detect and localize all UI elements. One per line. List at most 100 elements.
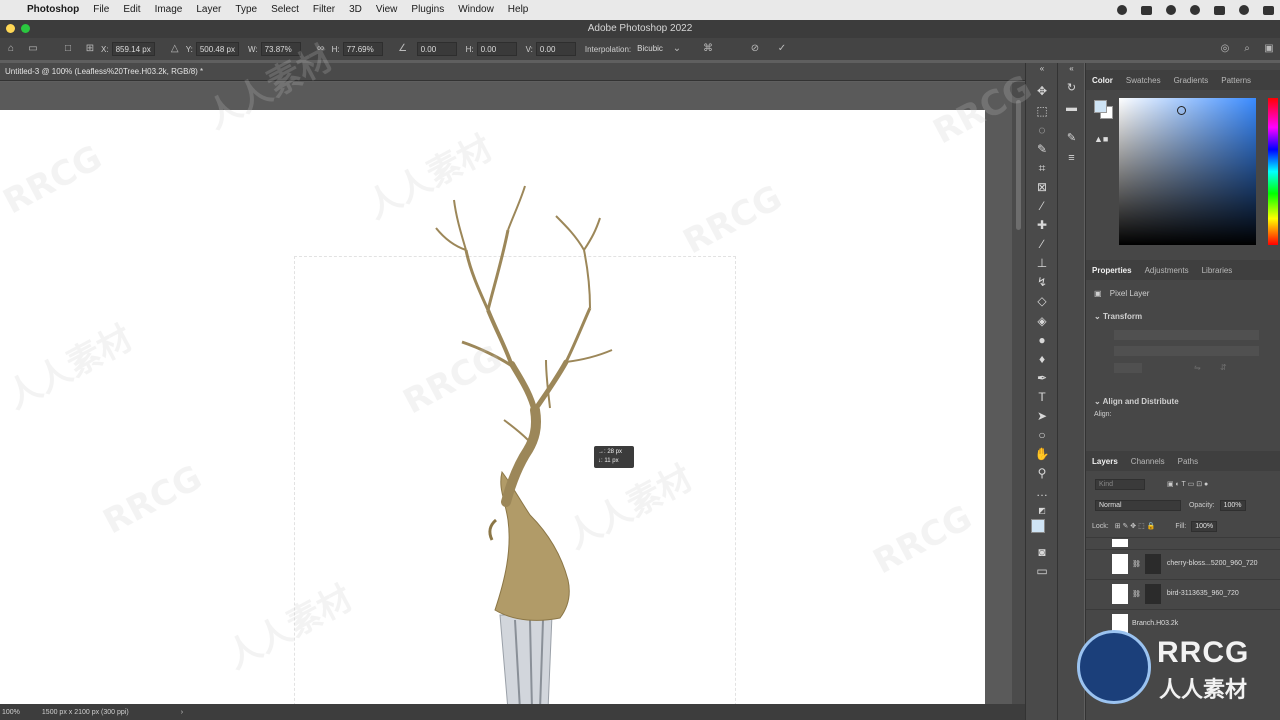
transform-hy-fields[interactable]	[1114, 346, 1259, 356]
wifi-icon[interactable]	[1190, 5, 1200, 15]
menu-image[interactable]: Image	[148, 0, 190, 20]
control-center-icon[interactable]	[1263, 5, 1274, 15]
status-chevron-icon[interactable]: ›	[181, 709, 183, 716]
more-tools-icon[interactable]: …	[1034, 484, 1050, 500]
menu-help[interactable]: Help	[501, 0, 536, 20]
filter-icons[interactable]: ▣ ◐ T ▭ ⊡ ●	[1167, 481, 1208, 488]
menu-type[interactable]: Type	[228, 0, 264, 20]
y-field[interactable]: 500.48 px	[195, 42, 239, 56]
history-brush-icon[interactable]: ↯	[1034, 274, 1050, 290]
search-icon[interactable]: ⌕	[1241, 43, 1253, 55]
menu-file[interactable]: File	[86, 0, 116, 20]
commit-transform-icon[interactable]: ✓	[776, 43, 788, 55]
scroll-thumb[interactable]	[1016, 100, 1021, 230]
hand-tool-icon[interactable]: ✋	[1034, 446, 1050, 462]
home-icon[interactable]: ⌂	[5, 43, 17, 55]
workspace-icon[interactable]: ▣	[1263, 43, 1275, 55]
default-colors-icon[interactable]: ◩	[1034, 503, 1050, 519]
reference-point-icon[interactable]: □	[62, 43, 74, 55]
zoom-button[interactable]	[21, 24, 30, 33]
menu-filter[interactable]: Filter	[306, 0, 342, 20]
link-icon[interactable]: ∞	[315, 43, 327, 55]
transform-wx-fields[interactable]	[1114, 330, 1259, 340]
chain-icon[interactable]: ⛓	[1132, 560, 1141, 568]
marquee-tool-icon[interactable]: ⬚	[1034, 103, 1050, 119]
zoom-level[interactable]: 100%	[2, 709, 20, 716]
path-select-icon[interactable]: ➤	[1034, 408, 1050, 424]
quick-select-tool-icon[interactable]: ✎	[1034, 141, 1050, 157]
opacity-field[interactable]: 100%	[1219, 500, 1246, 511]
app-status-icon[interactable]	[1141, 5, 1152, 15]
eyedropper-tool-icon[interactable]: ⁄	[1034, 198, 1050, 214]
hskew-field[interactable]: 0.00	[476, 42, 517, 56]
tab-properties[interactable]: Properties	[1092, 266, 1132, 275]
lock-icons[interactable]: ⊞ ✎ ✥ ⬚ 🔒	[1115, 523, 1156, 530]
cancel-transform-icon[interactable]: ⊘	[749, 43, 761, 55]
align-header[interactable]: ⌄ Align and Distribute	[1094, 397, 1179, 406]
hue-slider[interactable]	[1268, 98, 1278, 245]
reference-grid-icon[interactable]: ⊞	[84, 43, 96, 55]
brush-settings-icon[interactable]: ✎	[1064, 131, 1079, 146]
tab-channels[interactable]: Channels	[1131, 457, 1165, 466]
battery-icon[interactable]	[1214, 5, 1225, 15]
x-field[interactable]: 859.14 px	[111, 42, 155, 56]
chain-icon[interactable]: ⛓	[1132, 590, 1141, 598]
comments-panel-icon[interactable]: ▬	[1064, 101, 1079, 116]
tab-adjustments[interactable]: Adjustments	[1145, 266, 1189, 275]
layer-mask-thumbnail[interactable]	[1144, 553, 1161, 574]
filter-kind-input[interactable]: Kind	[1095, 479, 1145, 490]
blur-tool-icon[interactable]: ●	[1034, 332, 1050, 348]
layer-row[interactable]: ⛓ bird-3113635_960_720	[1086, 579, 1280, 607]
quick-mask-icon[interactable]: ◙	[1034, 544, 1050, 560]
color-picker-ring[interactable]	[1177, 106, 1186, 115]
angle-field[interactable]: 0.00	[416, 42, 457, 56]
tab-swatches[interactable]: Swatches	[1126, 76, 1161, 85]
record-icon[interactable]	[1117, 5, 1127, 15]
spotlight-icon[interactable]	[1239, 5, 1249, 15]
minimize-button[interactable]	[6, 24, 15, 33]
tool-preset-icon[interactable]: ▭	[27, 43, 39, 55]
share-icon[interactable]: ◎	[1219, 43, 1231, 55]
interpolation-select[interactable]: Bicubic	[634, 42, 666, 56]
ellipse-tool-icon[interactable]: ○	[1034, 427, 1050, 443]
frame-tool-icon[interactable]: ⊠	[1034, 179, 1050, 195]
tab-layers[interactable]: Layers	[1092, 457, 1118, 466]
zoom-tool-icon[interactable]: ⚲	[1034, 465, 1050, 481]
tab-color[interactable]: Color	[1092, 76, 1113, 85]
adjustments-panel-icon[interactable]: ≡	[1064, 151, 1079, 166]
layer-row-top[interactable]	[1086, 537, 1280, 547]
blend-mode-select[interactable]: Normal	[1095, 500, 1181, 511]
layer-row[interactable]: ⛓ cherry-bloss...5200_960_720	[1086, 549, 1280, 577]
pen-tool-icon[interactable]: ✒	[1034, 370, 1050, 386]
menu-photoshop[interactable]: Photoshop	[20, 0, 86, 20]
healing-tool-icon[interactable]: ✚	[1034, 217, 1050, 233]
document-tab[interactable]: Untitled-3 @ 100% (Leafless%20Tree.H03.2…	[0, 63, 1025, 81]
tab-paths[interactable]: Paths	[1178, 457, 1198, 466]
brush-tool-icon[interactable]: ∕	[1034, 236, 1050, 252]
flip-horizontal-icon[interactable]: ⇋	[1194, 363, 1201, 372]
foreground-color-swatch[interactable]	[1031, 519, 1045, 533]
dodge-tool-icon[interactable]: ♦	[1034, 351, 1050, 367]
flip-vertical-icon[interactable]: ⇵	[1220, 363, 1227, 372]
menu-edit[interactable]: Edit	[116, 0, 147, 20]
canvas[interactable]: →: 28 px ↓: 11 px	[0, 110, 985, 704]
paint-bucket-icon[interactable]: ◈	[1034, 313, 1050, 329]
creative-cloud-icon[interactable]	[1166, 5, 1176, 15]
layer-mask-thumbnail[interactable]	[1144, 583, 1161, 604]
warning-icon[interactable]: ▲■	[1094, 134, 1108, 144]
expand-panels-icon[interactable]: «	[1064, 61, 1079, 76]
history-panel-icon[interactable]: ↻	[1064, 81, 1079, 96]
lasso-tool-icon[interactable]: ◌	[1034, 122, 1050, 138]
transform-angle-field[interactable]	[1114, 363, 1142, 373]
menu-window[interactable]: Window	[451, 0, 501, 20]
eraser-tool-icon[interactable]: ◇	[1034, 293, 1050, 309]
screen-mode-icon[interactable]: ▭	[1034, 563, 1050, 579]
fill-field[interactable]: 100%	[1191, 521, 1218, 532]
type-tool-icon[interactable]: T	[1034, 389, 1050, 405]
transform-header[interactable]: ⌄ Transform	[1094, 312, 1142, 321]
height-field[interactable]: 77.69%	[342, 42, 383, 56]
vskew-field[interactable]: 0.00	[535, 42, 576, 56]
warp-icon[interactable]: ⌘	[702, 43, 714, 55]
vertical-scrollbar[interactable]	[1012, 82, 1025, 704]
menu-select[interactable]: Select	[264, 0, 306, 20]
